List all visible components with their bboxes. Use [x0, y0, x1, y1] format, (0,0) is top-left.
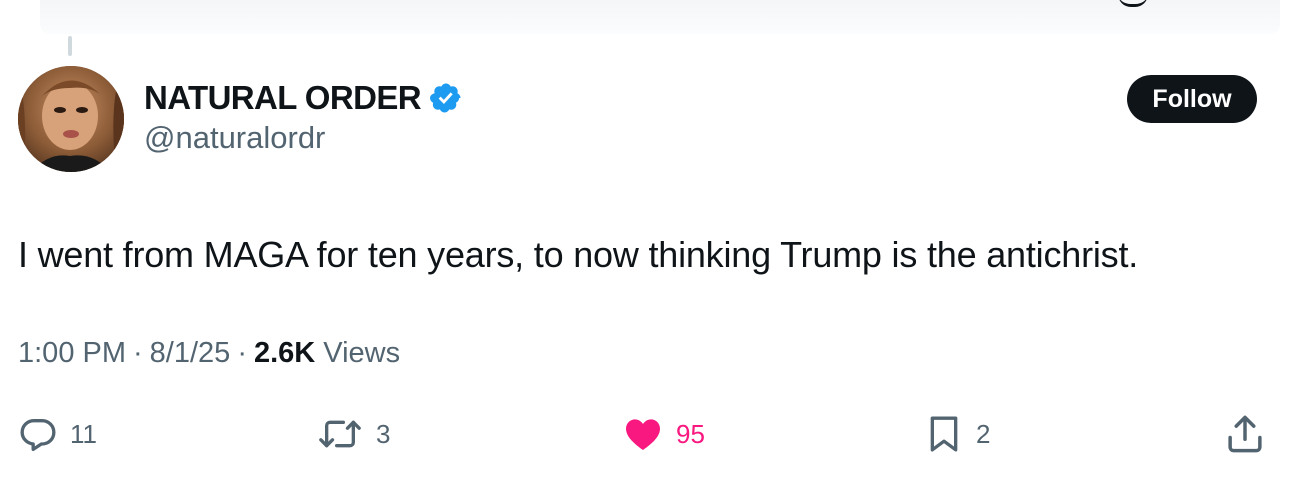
- meta-separator: ·: [133, 337, 143, 369]
- bookmark-count: 2: [976, 418, 991, 449]
- avatar[interactable]: [18, 66, 124, 172]
- views-count[interactable]: 2.6K: [254, 337, 315, 370]
- repost-icon: [319, 420, 361, 448]
- author-name-row[interactable]: NATURAL ORDER: [144, 76, 463, 120]
- like-button[interactable]: 95: [622, 412, 705, 456]
- repost-button[interactable]: 3: [316, 412, 390, 456]
- follow-button[interactable]: Follow: [1127, 75, 1257, 123]
- reply-count: 11: [70, 418, 97, 449]
- share-icon: [1228, 415, 1262, 453]
- repost-count: 3: [376, 418, 391, 449]
- avatar-image: [18, 66, 124, 172]
- meta-separator: ·: [237, 337, 247, 369]
- heart-icon: [626, 419, 660, 450]
- tweet-date[interactable]: 8/1/25: [150, 337, 231, 370]
- reply-icon: [20, 419, 56, 451]
- like-count: 95: [676, 418, 705, 449]
- share-button[interactable]: [1224, 412, 1266, 456]
- tweet-metadata: 1:00 PM · 8/1/25 · 2.6K Views: [18, 337, 400, 370]
- display-name[interactable]: NATURAL ORDER: [144, 79, 422, 117]
- verified-badge-icon: [429, 81, 463, 115]
- tweet-time[interactable]: 1:00 PM: [18, 337, 126, 370]
- bookmark-icon: [930, 416, 958, 452]
- thread-connector-line: [68, 36, 72, 56]
- tweet-text: I went from MAGA for ten years, to now t…: [18, 234, 1139, 275]
- bookmark-button[interactable]: 2: [924, 412, 990, 456]
- views-label[interactable]: Views: [323, 337, 400, 370]
- author-handle[interactable]: @naturalordr: [144, 120, 325, 156]
- reply-button[interactable]: 11: [18, 412, 97, 456]
- previous-tweet-fragment: [40, 0, 1280, 34]
- share-icon-fragment: [1118, 0, 1148, 7]
